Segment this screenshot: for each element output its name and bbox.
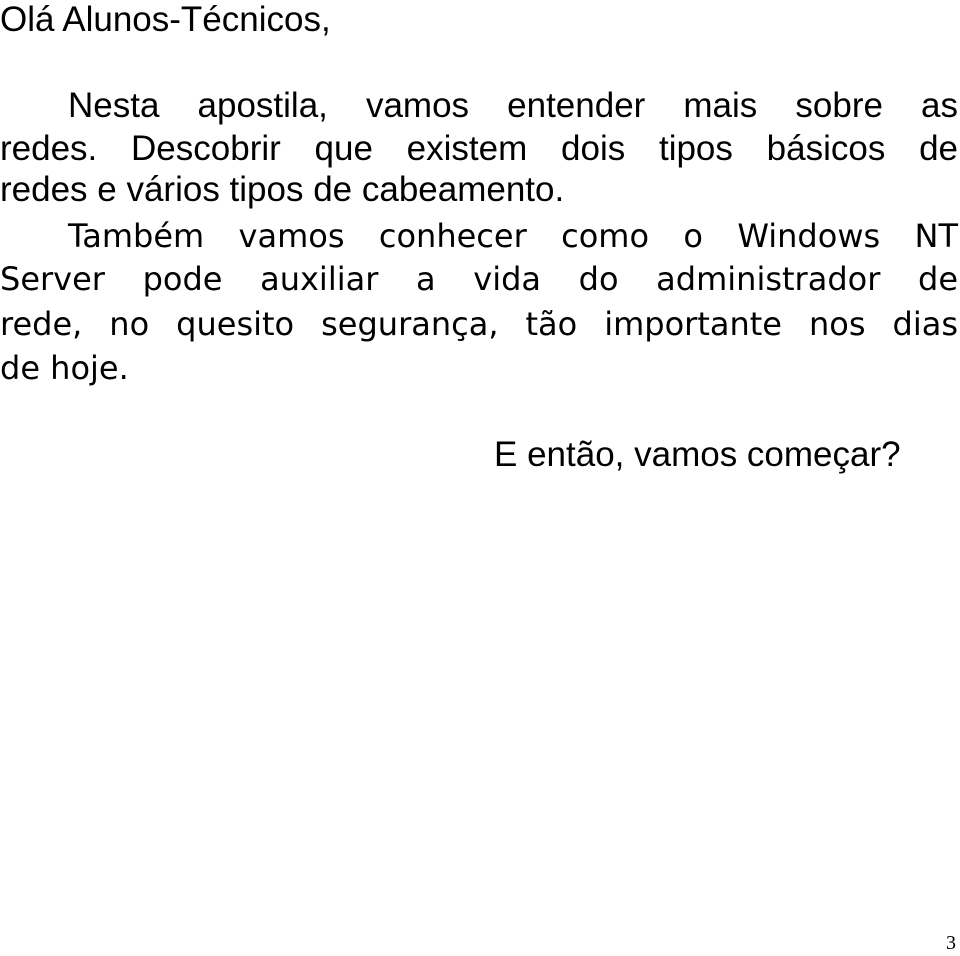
paragraph-2-line: rede, no quesito segurança, tão importan…: [0, 305, 958, 343]
paragraph-1-line: Nesta apostila, vamos entender mais sobr…: [68, 86, 958, 125]
closing-line: E então, vamos começar?: [494, 435, 901, 474]
paragraph-2-line: Server pode auxiliar a vida do administr…: [0, 260, 958, 298]
paragraph-2-line: Também vamos conhecer como o Windows NT: [68, 217, 958, 255]
paragraph-1-line: redes. Descobrir que existem dois tipos …: [0, 129, 958, 168]
greeting: Olá Alunos-Técnicos,: [0, 0, 331, 39]
paragraph-1-line: redes e vários tipos de cabeamento.: [0, 170, 565, 209]
paragraph-2-line: de hoje.: [0, 349, 129, 387]
page-number: 3: [946, 932, 956, 954]
